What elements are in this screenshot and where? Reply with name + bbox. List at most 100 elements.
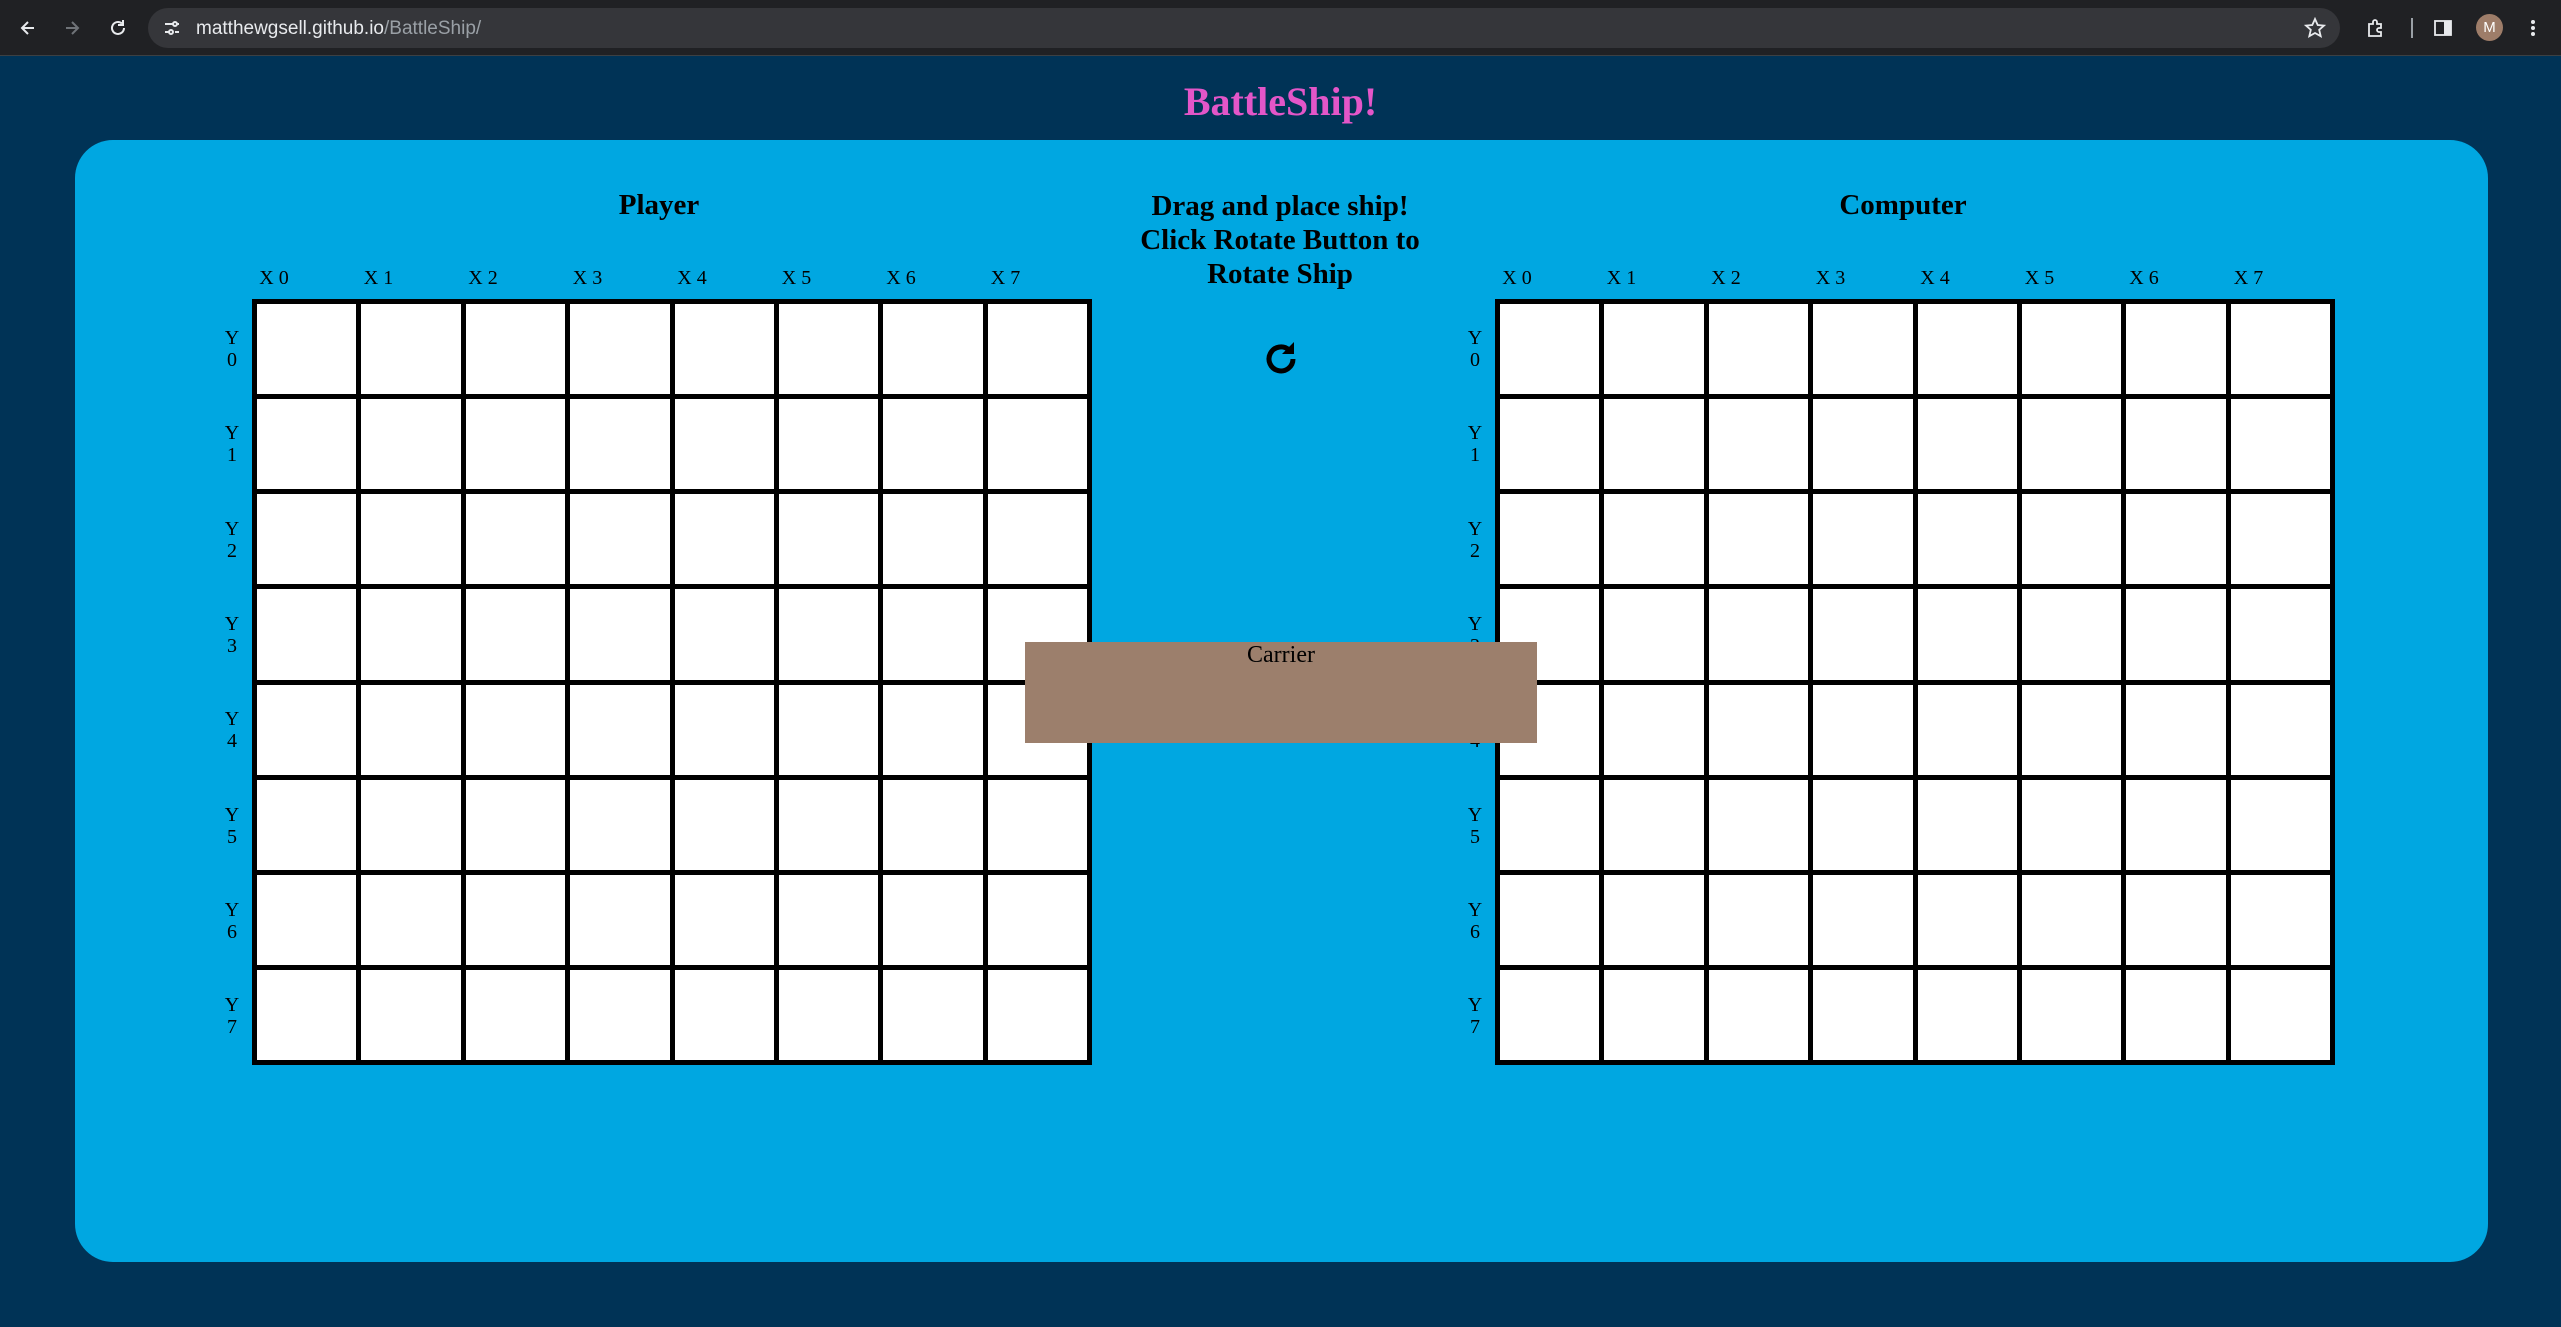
site-settings-icon[interactable] [162,18,182,38]
player-grid-cell[interactable] [778,684,879,775]
player-grid-cell[interactable] [883,874,983,965]
back-button[interactable] [12,12,44,44]
player-grid[interactable] [252,299,1092,1065]
computer-grid-cell[interactable] [1813,779,1913,870]
player-grid-cell[interactable] [361,589,461,680]
computer-grid-cell[interactable] [1813,399,1913,490]
player-grid-cell[interactable] [778,589,879,680]
computer-grid-cell[interactable] [2021,494,2122,585]
computer-grid-cell[interactable] [1500,494,1600,585]
player-grid-cell[interactable] [987,969,1087,1060]
player-grid-cell[interactable] [361,779,461,870]
computer-grid-cell[interactable] [1500,779,1600,870]
computer-grid-cell[interactable] [1500,969,1600,1060]
computer-grid-cell[interactable] [2126,304,2226,395]
computer-grid-cell[interactable] [1604,684,1704,775]
player-grid-cell[interactable] [465,399,566,490]
player-grid-cell[interactable] [778,304,879,395]
computer-grid-cell[interactable] [1813,304,1913,395]
player-grid-cell[interactable] [257,779,357,870]
player-grid-cell[interactable] [257,969,357,1060]
player-grid-cell[interactable] [674,779,774,870]
player-grid-cell[interactable] [987,399,1087,490]
player-grid-cell[interactable] [361,969,461,1060]
player-grid-cell[interactable] [570,874,670,965]
carrier-ship[interactable]: Carrier [1025,642,1537,743]
computer-grid-cell[interactable] [1813,589,1913,680]
computer-grid-cell[interactable] [2021,589,2122,680]
computer-grid-cell[interactable] [2230,589,2330,680]
player-grid-cell[interactable] [674,874,774,965]
player-grid-cell[interactable] [883,779,983,870]
player-grid-cell[interactable] [570,304,670,395]
computer-grid-cell[interactable] [2021,779,2122,870]
computer-grid-cell[interactable] [2230,304,2330,395]
player-grid-cell[interactable] [465,589,566,680]
computer-grid-cell[interactable] [1917,969,2017,1060]
player-grid-cell[interactable] [987,874,1087,965]
player-grid-cell[interactable] [361,874,461,965]
player-grid-cell[interactable] [361,304,461,395]
computer-grid-cell[interactable] [1500,399,1600,490]
player-grid-cell[interactable] [361,399,461,490]
computer-grid-cell[interactable] [1708,589,1809,680]
computer-grid-cell[interactable] [1813,494,1913,585]
computer-grid-cell[interactable] [1917,589,2017,680]
reload-button[interactable] [102,12,134,44]
player-grid-cell[interactable] [570,589,670,680]
player-grid-cell[interactable] [674,494,774,585]
player-grid-cell[interactable] [361,684,461,775]
computer-grid-cell[interactable] [2021,969,2122,1060]
player-grid-cell[interactable] [883,399,983,490]
rotate-button[interactable] [1258,336,1304,382]
computer-grid-cell[interactable] [1708,304,1809,395]
computer-grid-cell[interactable] [2021,874,2122,965]
bookmark-star-icon[interactable] [2304,17,2326,39]
computer-grid-cell[interactable] [1604,589,1704,680]
player-grid-cell[interactable] [778,494,879,585]
player-grid-cell[interactable] [987,779,1087,870]
computer-grid-cell[interactable] [2230,779,2330,870]
player-grid-cell[interactable] [570,779,670,870]
player-grid-cell[interactable] [883,969,983,1060]
player-grid-cell[interactable] [883,589,983,680]
player-grid-cell[interactable] [465,969,566,1060]
player-grid-cell[interactable] [778,779,879,870]
player-grid-cell[interactable] [570,494,670,585]
computer-grid-cell[interactable] [1813,684,1913,775]
computer-grid-cell[interactable] [1917,874,2017,965]
player-grid-cell[interactable] [257,399,357,490]
player-grid-cell[interactable] [257,589,357,680]
player-grid-cell[interactable] [257,494,357,585]
computer-grid-cell[interactable] [1917,779,2017,870]
player-grid-cell[interactable] [465,494,566,585]
player-grid-cell[interactable] [570,684,670,775]
computer-grid-cell[interactable] [1813,874,1913,965]
profile-avatar[interactable]: M [2476,14,2503,41]
player-grid-cell[interactable] [465,874,566,965]
player-grid-cell[interactable] [778,874,879,965]
computer-grid-cell[interactable] [2230,684,2330,775]
computer-grid-cell[interactable] [2126,874,2226,965]
computer-grid-cell[interactable] [2230,874,2330,965]
player-grid-cell[interactable] [883,494,983,585]
computer-grid-cell[interactable] [1708,684,1809,775]
computer-grid-cell[interactable] [2126,589,2226,680]
computer-grid-cell[interactable] [2126,494,2226,585]
computer-grid-cell[interactable] [1500,874,1600,965]
computer-grid-cell[interactable] [2230,399,2330,490]
computer-grid-cell[interactable] [2126,684,2226,775]
player-grid-cell[interactable] [674,589,774,680]
computer-grid[interactable] [1495,299,2335,1065]
computer-grid-cell[interactable] [1604,399,1704,490]
address-bar[interactable]: matthewgsell.github.io/BattleShip/ [148,8,2340,48]
computer-grid-cell[interactable] [2126,399,2226,490]
player-grid-cell[interactable] [465,779,566,870]
player-grid-cell[interactable] [987,494,1087,585]
player-grid-cell[interactable] [674,399,774,490]
player-grid-cell[interactable] [465,684,566,775]
computer-grid-cell[interactable] [2230,969,2330,1060]
computer-grid-cell[interactable] [1604,494,1704,585]
player-grid-cell[interactable] [257,304,357,395]
player-grid-cell[interactable] [987,304,1087,395]
